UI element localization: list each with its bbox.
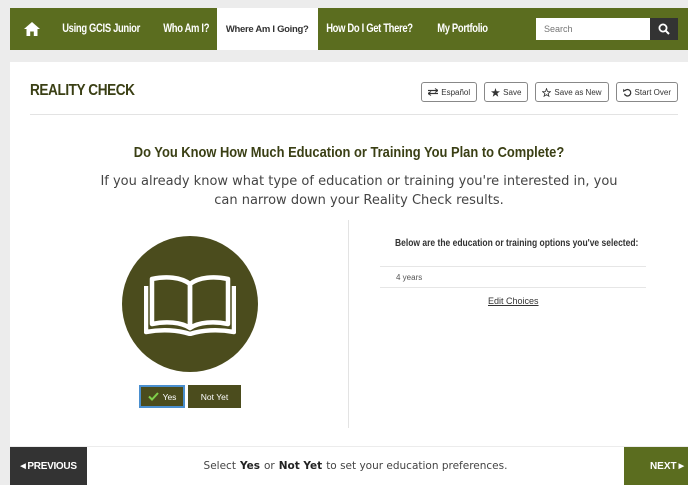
next-button[interactable]: NEXT ▶ <box>624 447 688 485</box>
intro-text: If you already know what type of educati… <box>100 174 618 208</box>
column-divider <box>348 220 349 428</box>
espanol-button[interactable]: Español <box>421 82 478 102</box>
espanol-label: Español <box>441 87 471 97</box>
nav-tab-how-do-i-get-there[interactable]: How Do I Get There? <box>318 8 421 50</box>
home-icon <box>24 22 40 36</box>
start-over-button[interactable]: Start Over <box>615 82 678 102</box>
search-icon <box>658 23 670 35</box>
divider <box>30 114 678 115</box>
not-yet-button[interactable]: Not Yet <box>188 385 241 408</box>
star-filled-icon <box>491 87 501 97</box>
toolbar: Español Save Save as New Start Over <box>421 82 678 102</box>
undo-icon <box>622 88 631 97</box>
save-label: Save <box>503 87 522 97</box>
yes-button[interactable]: Yes <box>139 385 185 408</box>
page-title: REALITY CHECK <box>30 82 135 99</box>
footer-bar: ◀ PREVIOUS Select Yes or Not Yet to set … <box>10 447 688 485</box>
top-nav: Using GCIS Junior Who Am I? Where Am I G… <box>10 8 688 50</box>
question-heading: Do You Know How Much Education or Traini… <box>133 144 565 161</box>
start-over-label: Start Over <box>634 87 671 97</box>
list-divider <box>380 266 646 267</box>
selected-options-heading: Below are the education or training opti… <box>395 238 639 249</box>
next-label: NEXT <box>649 460 677 472</box>
star-outline-icon <box>542 87 552 97</box>
status-or: or <box>263 460 275 472</box>
open-book-icon <box>144 275 236 336</box>
search-button[interactable] <box>650 18 678 40</box>
previous-button[interactable]: ◀ PREVIOUS <box>10 447 87 485</box>
save-button[interactable]: Save <box>484 82 529 102</box>
nav-tab-using-gcis-junior[interactable]: Using GCIS Junior <box>54 8 148 50</box>
home-button[interactable] <box>10 8 54 50</box>
education-icon-circle <box>122 236 258 372</box>
previous-arrow-icon: ◀ <box>20 463 26 470</box>
search-box <box>536 18 678 40</box>
status-prefix: Select <box>203 460 236 472</box>
checkmark-icon <box>147 392 159 401</box>
list-divider <box>380 287 646 288</box>
yes-label: Yes <box>162 391 177 402</box>
swap-icon <box>428 88 439 96</box>
nav-tab-where-am-i-going[interactable]: Where Am I Going? <box>216 8 318 50</box>
main-content: REALITY CHECK Español Save Save as New S… <box>10 62 688 446</box>
status-notyet: Not Yet <box>278 460 323 472</box>
selected-option-item: 4 years <box>396 273 423 282</box>
status-suffix: to set your education preferences. <box>326 460 508 472</box>
search-input[interactable] <box>536 18 650 40</box>
status-yes: Yes <box>239 460 260 472</box>
next-arrow-icon: ▶ <box>678 463 684 470</box>
nav-tab-my-portfolio[interactable]: My Portfolio <box>429 8 496 50</box>
edit-choices-link[interactable]: Edit Choices <box>488 296 539 306</box>
nav-tab-who-am-i[interactable]: Who Am I? <box>155 8 217 50</box>
save-as-new-label: Save as New <box>554 87 602 97</box>
previous-label: PREVIOUS <box>27 460 77 472</box>
not-yet-label: Not Yet <box>200 391 229 402</box>
save-as-new-button[interactable]: Save as New <box>535 82 609 102</box>
status-message: Select Yes or Not Yet to set your educat… <box>87 447 624 485</box>
